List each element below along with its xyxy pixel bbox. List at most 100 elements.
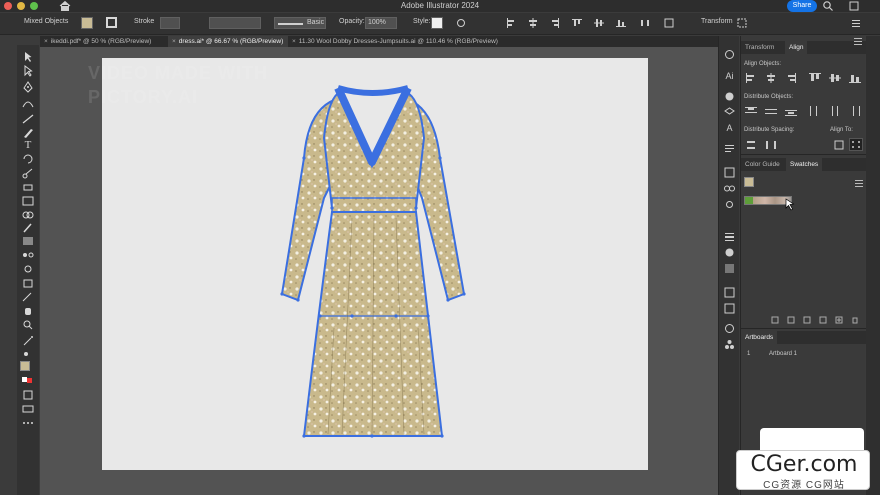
artboard-tool-icon[interactable] <box>21 277 35 289</box>
shape-builder-tool-icon[interactable] <box>21 209 35 221</box>
cc-libraries-icon[interactable] <box>723 198 736 211</box>
more-tools-icon[interactable] <box>21 417 35 429</box>
rectangle-tool-icon[interactable] <box>21 195 35 207</box>
close-tab-icon[interactable]: × <box>44 38 48 45</box>
isolate-object-icon[interactable] <box>737 18 747 28</box>
delete-swatch-icon[interactable] <box>851 316 859 324</box>
paintbrush-tool-icon[interactable] <box>21 127 35 139</box>
tab-align[interactable]: Align <box>785 41 808 54</box>
distribute-vcenter-button[interactable] <box>765 106 777 116</box>
variable-width-field[interactable] <box>209 17 261 29</box>
search-icon[interactable] <box>822 0 834 12</box>
current-fill-swatch[interactable] <box>744 177 754 187</box>
gradient-panel-icon[interactable] <box>723 262 736 275</box>
recolor-artwork-icon[interactable] <box>456 18 466 28</box>
slice-tool-icon[interactable] <box>21 291 35 303</box>
symbol-sprayer-tool-icon[interactable] <box>21 263 35 275</box>
tab-ikeddi[interactable]: × ikeddi.pdf* @ 50 % (RGB/Preview) <box>40 36 168 47</box>
close-tab-icon[interactable]: × <box>292 38 296 45</box>
align-vcenter-button[interactable] <box>829 73 841 83</box>
align-top-button[interactable] <box>809 73 821 83</box>
hand-tool-icon[interactable] <box>21 305 35 317</box>
swatches-view-icon[interactable] <box>855 180 863 187</box>
stroke-panel-icon[interactable] <box>723 230 736 243</box>
panel-menu-icon[interactable] <box>851 18 861 28</box>
scissors-tool-icon[interactable] <box>21 167 35 179</box>
transform-link[interactable]: Transform <box>701 18 733 25</box>
brushes-icon[interactable] <box>723 302 736 315</box>
drawing-mode-icon[interactable] <box>21 389 35 401</box>
align-left-button[interactable] <box>745 73 757 83</box>
dress-artwork[interactable] <box>102 58 648 470</box>
character-icon[interactable]: A <box>723 122 736 135</box>
swap-fill-stroke-icon[interactable] <box>21 349 35 361</box>
paragraph-icon[interactable] <box>723 142 736 155</box>
artboard-row[interactable]: 1 Artboard 1 <box>741 349 866 360</box>
properties-icon[interactable]: Ai <box>723 70 736 83</box>
new-swatch-icon[interactable] <box>835 316 843 324</box>
canvas-area[interactable]: VIDEO MADE WITH PICTORY.AI <box>40 47 718 495</box>
selection-tool-icon[interactable] <box>21 51 35 63</box>
stroke-weight-field[interactable] <box>160 17 180 29</box>
curvature-tool-icon[interactable] <box>21 97 35 109</box>
align-right-icon[interactable] <box>550 18 560 28</box>
align-right-button[interactable] <box>785 73 797 83</box>
show-swatch-kinds-icon[interactable] <box>787 316 795 324</box>
stroke-label[interactable]: Stroke <box>134 18 154 25</box>
arrange-documents-icon[interactable] <box>848 0 860 12</box>
default-colors-icon[interactable] <box>21 375 35 387</box>
align-to-icon[interactable] <box>664 18 674 28</box>
distribute-hspace-button[interactable] <box>765 140 777 150</box>
fill-color-swatch[interactable] <box>81 17 93 29</box>
magic-wand-tool-icon[interactable] <box>21 335 35 347</box>
export-icon[interactable] <box>723 166 736 179</box>
pen-tool-icon[interactable] <box>21 81 35 93</box>
line-segment-tool-icon[interactable] <box>21 113 35 125</box>
tab-color-guide[interactable]: Color Guide <box>741 158 784 171</box>
appearance-icon[interactable] <box>723 246 736 259</box>
opacity-field[interactable]: 100% <box>365 17 397 29</box>
eraser-tool-icon[interactable] <box>21 181 35 193</box>
align-bottom-button[interactable] <box>849 73 861 83</box>
layers-icon[interactable] <box>723 106 736 119</box>
links-icon[interactable] <box>723 182 736 195</box>
align-top-icon[interactable] <box>572 18 582 28</box>
align-bottom-icon[interactable] <box>616 18 626 28</box>
tab-artboards[interactable]: Artboards <box>741 331 778 344</box>
graphic-style-swatch[interactable] <box>431 17 443 29</box>
align-panel-menu-icon[interactable] <box>854 38 862 45</box>
align-left-icon[interactable] <box>506 18 516 28</box>
tab-wool-dobby[interactable]: × 11.30 Wool Dobby Dresses-Jumpsuits.ai @… <box>288 36 518 47</box>
distribute-vspace-button[interactable] <box>745 140 757 150</box>
align-hcenter-button[interactable] <box>765 73 777 83</box>
artboard[interactable] <box>102 58 648 470</box>
new-color-group-icon[interactable] <box>819 316 827 324</box>
stroke-color-swatch[interactable] <box>106 17 117 28</box>
transparency-icon[interactable] <box>723 322 736 335</box>
blend-tool-icon[interactable] <box>21 249 35 261</box>
distribute-icon[interactable] <box>640 18 650 28</box>
tab-transform[interactable]: Transform <box>741 41 778 54</box>
right-scrollbar[interactable] <box>866 36 880 495</box>
tab-dress[interactable]: × dress.ai* @ 66.67 % (RGB/Preview) <box>168 36 288 47</box>
swatch-libraries-icon[interactable] <box>771 316 779 324</box>
align-center-icon[interactable] <box>528 18 538 28</box>
distribute-top-button[interactable] <box>745 106 757 116</box>
color-icon[interactable] <box>723 90 736 103</box>
pathfinder-icon[interactable] <box>723 338 736 351</box>
distribute-right-button[interactable] <box>849 106 861 116</box>
libraries-icon[interactable] <box>723 48 736 61</box>
align-to-artboard-button[interactable] <box>833 140 845 150</box>
share-button[interactable]: Share <box>787 0 817 12</box>
gradient-tool-icon[interactable] <box>21 235 35 247</box>
eyedropper-tool-icon[interactable] <box>21 221 35 233</box>
distribute-hcenter-button[interactable] <box>829 106 841 116</box>
brush-definition-field[interactable]: Basic <box>274 17 326 29</box>
direct-selection-tool-icon[interactable] <box>21 65 35 77</box>
tab-swatches[interactable]: Swatches <box>786 158 823 171</box>
screen-mode-icon[interactable] <box>21 403 35 415</box>
rotate-tool-icon[interactable] <box>21 153 35 165</box>
swatch-options-icon[interactable] <box>803 316 811 324</box>
zoom-tool-icon[interactable] <box>21 319 35 331</box>
symbols-icon[interactable] <box>723 286 736 299</box>
